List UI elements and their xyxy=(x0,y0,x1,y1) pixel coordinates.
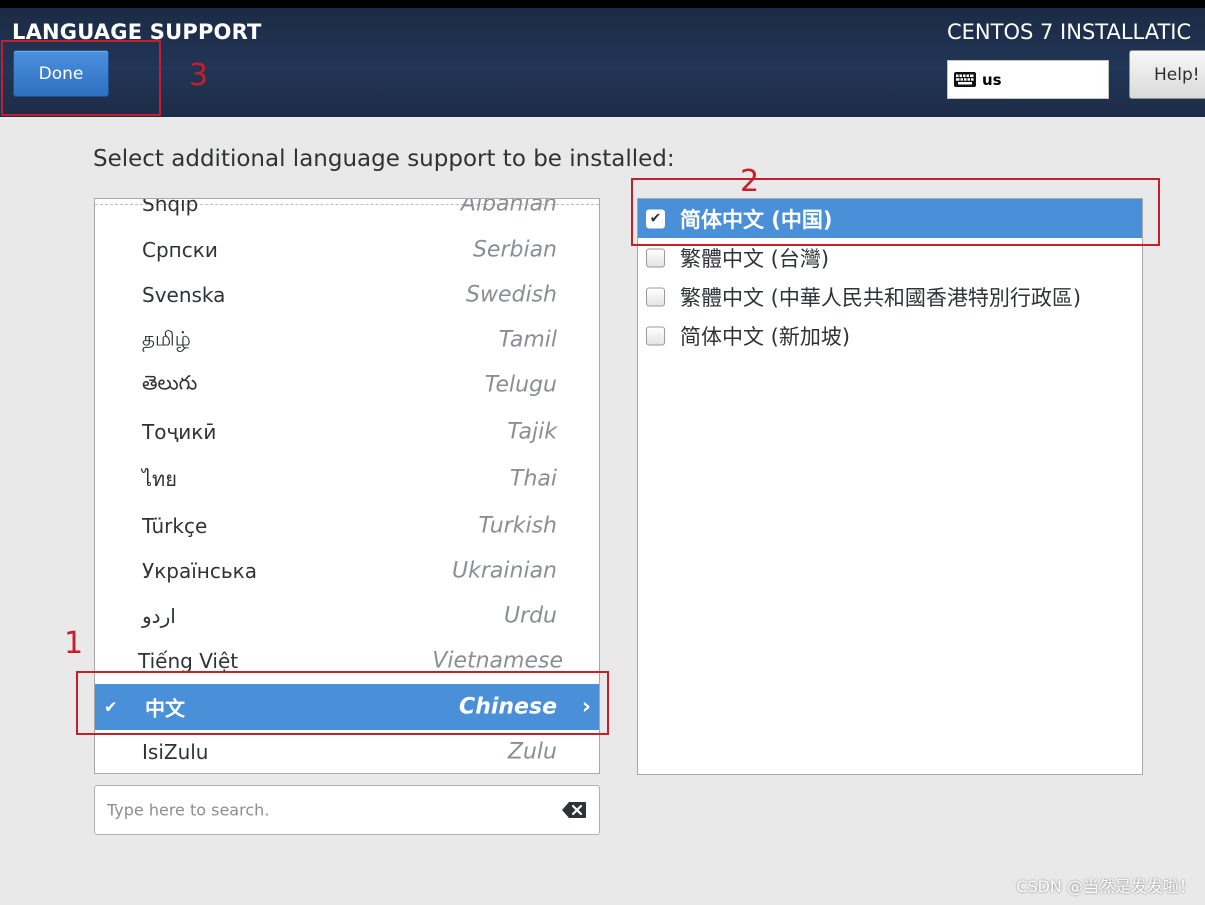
search-placeholder: Type here to search. xyxy=(107,800,270,820)
locale-list[interactable]: ✔ 简体中文 (中国) 繁體中文 (台灣) 繁體中文 (中華人民共和國香港特別行… xyxy=(637,198,1143,775)
checkbox[interactable] xyxy=(646,287,665,306)
language-english-name: Telugu xyxy=(484,372,557,398)
language-native-name: Shqip xyxy=(142,198,199,216)
annotation-number-3: 3 xyxy=(189,58,209,93)
language-english-name: Vietnamese xyxy=(432,648,563,674)
checkbox[interactable] xyxy=(646,326,665,345)
keyboard-layout-indicator[interactable]: us xyxy=(947,60,1109,99)
language-native-name: Svenska xyxy=(142,283,226,307)
product-title: CENTOS 7 INSTALLATIC xyxy=(947,20,1192,44)
language-english-name: Tamil xyxy=(498,327,557,353)
list-item[interactable]: Українська Ukrainian xyxy=(95,548,599,594)
language-english-name: Tajik xyxy=(507,419,557,445)
locale-item[interactable]: 繁體中文 (中華人民共和國香港特別行政區) xyxy=(638,277,1142,316)
language-native-name: Tiếng Việt xyxy=(138,649,239,673)
locale-label: 简体中文 (新加坡) xyxy=(680,324,851,349)
list-item[interactable]: Türkçe Turkish xyxy=(95,503,599,549)
keyboard-icon xyxy=(954,72,976,87)
language-native-name: Українська xyxy=(142,559,257,583)
language-native-name: తెలుగు xyxy=(142,370,198,395)
annotation-box-2 xyxy=(631,178,1160,246)
locale-item[interactable]: 简体中文 (新加坡) xyxy=(638,316,1142,355)
keyboard-layout-label: us xyxy=(982,70,1002,89)
clear-search-icon[interactable] xyxy=(561,801,587,819)
installer-screen: LANGUAGE SUPPORT Done CENTOS 7 INSTALLAT… xyxy=(0,0,1205,905)
language-native-name: Тоҷикӣ xyxy=(142,420,217,444)
list-item[interactable]: తెలుగు Telugu xyxy=(95,362,599,408)
list-item[interactable]: தமிழ் Tamil xyxy=(95,317,599,363)
annotation-number-1: 1 xyxy=(64,626,84,661)
language-native-name: ไทย xyxy=(142,467,177,491)
language-native-name: Türkçe xyxy=(142,514,208,538)
language-english-name: Serbian xyxy=(472,237,557,263)
language-english-name: Thai xyxy=(510,466,557,492)
annotation-box-1 xyxy=(76,671,609,735)
list-item[interactable]: IsiZulu Zulu xyxy=(95,729,599,773)
language-english-name: Swedish xyxy=(466,282,557,308)
language-native-name: தமிழ் xyxy=(142,326,191,351)
instruction-text: Select additional language support to be… xyxy=(93,146,675,172)
list-item[interactable]: Српски Serbian xyxy=(95,227,599,273)
list-item[interactable]: اردو Urdu xyxy=(95,593,599,639)
language-english-name: Urdu xyxy=(503,603,557,629)
language-english-name: Ukrainian xyxy=(452,558,557,584)
language-native-name: اردو xyxy=(142,604,176,628)
search-input[interactable]: Type here to search. xyxy=(94,785,600,835)
list-item[interactable]: Shqip Albanian xyxy=(95,198,599,227)
language-native-name: IsiZulu xyxy=(142,740,209,764)
language-english-name: Turkish xyxy=(478,513,557,539)
locale-label: 繁體中文 (中華人民共和國香港特別行政區) xyxy=(680,285,1082,310)
watermark: CSDN @当然是发发啦！ xyxy=(1016,877,1195,896)
language-english-name: Zulu xyxy=(507,739,557,765)
annotation-box-3 xyxy=(1,40,161,116)
list-item[interactable]: Svenska Swedish xyxy=(95,272,599,318)
checkbox[interactable] xyxy=(646,248,665,267)
help-button[interactable]: Help! xyxy=(1129,50,1205,99)
annotation-number-2: 2 xyxy=(740,164,760,199)
list-item[interactable]: ไทย Thai xyxy=(95,456,599,502)
list-item[interactable]: Тоҷикӣ Tajik xyxy=(95,409,599,455)
locale-label: 繁體中文 (台灣) xyxy=(680,246,830,271)
language-english-name: Albanian xyxy=(460,198,557,217)
top-border xyxy=(0,0,1205,8)
language-native-name: Српски xyxy=(142,238,218,262)
